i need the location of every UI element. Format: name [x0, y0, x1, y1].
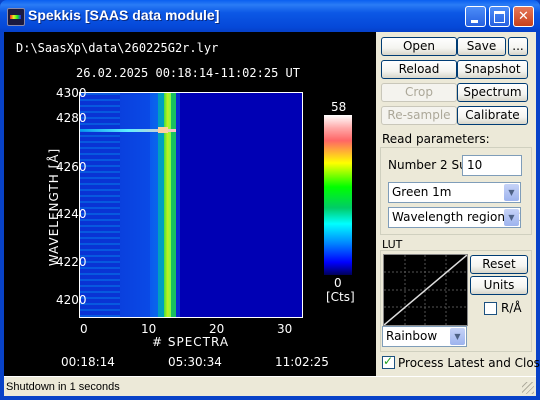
colorbar-min: 0	[334, 276, 342, 290]
app-icon[interactable]	[7, 8, 25, 26]
close-button[interactable]: ✕	[513, 6, 534, 27]
r-per-a-checkbox[interactable]	[484, 302, 497, 315]
colorbar-unit: [Cts]	[326, 290, 355, 304]
save-button[interactable]: Save	[457, 37, 506, 56]
y-tick: 4300	[56, 86, 87, 100]
crop-button[interactable]: Crop	[381, 83, 457, 102]
lut-curve-display[interactable]	[383, 254, 468, 326]
status-text: Shutdown in 1 seconds	[6, 381, 120, 393]
spectrogram-plot: D:\SaasXp\data\260225G2r.lyr 26.02.2025 …	[4, 32, 376, 376]
minimize-button[interactable]	[465, 6, 486, 27]
reset-button[interactable]: Reset	[470, 255, 528, 274]
read-parameters-label: Read parameters:	[382, 132, 490, 146]
status-bar: Shutdown in 1 seconds	[4, 376, 536, 396]
time-label-start: 00:18:14	[61, 355, 115, 369]
resize-grip-icon[interactable]	[522, 382, 534, 394]
region-select[interactable]: Wavelength region #2 ▼	[388, 207, 521, 228]
file-path: D:\SaasXp\data\260225G2r.lyr	[16, 41, 219, 55]
reload-button[interactable]: Reload	[381, 60, 457, 79]
filter-select[interactable]: Green 1m ▼	[388, 182, 521, 203]
r-per-a-label: R/Å	[501, 301, 522, 315]
x-tick: 10	[141, 322, 157, 336]
resample-button[interactable]: Re-sample	[381, 106, 457, 125]
spectrogram-heatmap	[79, 92, 303, 318]
snapshot-button[interactable]: Snapshot	[457, 60, 528, 79]
region-select-value: Wavelength region #2	[392, 210, 521, 224]
colorbar-max: 58	[331, 100, 347, 114]
chevron-down-icon[interactable]: ▼	[504, 184, 519, 201]
x-tick: 0	[80, 322, 88, 336]
heatmap-texture	[80, 93, 120, 317]
control-panel: Open Save ... Reload Snapshot Crop Spect…	[376, 32, 540, 376]
colormap-select-value: Rainbow	[386, 329, 438, 343]
heatmap-band	[120, 93, 150, 317]
date-range: 26.02.2025 00:18:14-11:02:25 UT	[76, 66, 300, 80]
y-axis-label: WAVELENGTH [Å]	[47, 147, 61, 267]
time-label-mid: 05:30:34	[168, 355, 222, 369]
spectrum-button[interactable]: Spectrum	[457, 83, 528, 102]
window-title: Spekkis [SAAS data module]	[28, 7, 220, 23]
y-tick: 4280	[56, 111, 87, 125]
y-tick: 4200	[56, 293, 87, 307]
open-button[interactable]: Open	[381, 37, 457, 56]
number2sum-input[interactable]: 10	[462, 155, 522, 176]
lut-curve-svg	[383, 254, 468, 326]
more-button[interactable]: ...	[508, 37, 528, 56]
chevron-down-icon[interactable]: ▼	[504, 209, 519, 226]
colorbar	[324, 115, 352, 275]
emission-peak	[158, 127, 168, 133]
filter-select-value: Green 1m	[392, 185, 452, 199]
colormap-select[interactable]: Rainbow ▼	[382, 326, 467, 347]
process-latest-checkbox[interactable]	[382, 354, 395, 369]
time-label-end: 11:02:25	[275, 355, 329, 369]
title-bar[interactable]: Spekkis [SAAS data module] ✕	[0, 0, 540, 32]
process-latest-label: Process Latest and Close	[398, 356, 540, 370]
calibrate-button[interactable]: Calibrate	[457, 106, 528, 125]
maximize-button[interactable]	[489, 6, 510, 27]
heatmap-band	[176, 93, 180, 317]
chevron-down-icon[interactable]: ▼	[450, 328, 465, 345]
x-tick: 20	[209, 322, 225, 336]
x-tick: 30	[277, 322, 293, 336]
app-window: Spekkis [SAAS data module] ✕ D:\SaasXp\d…	[0, 0, 540, 400]
units-button[interactable]: Units	[470, 276, 528, 295]
x-axis-label: # SPECTRA	[152, 335, 230, 349]
